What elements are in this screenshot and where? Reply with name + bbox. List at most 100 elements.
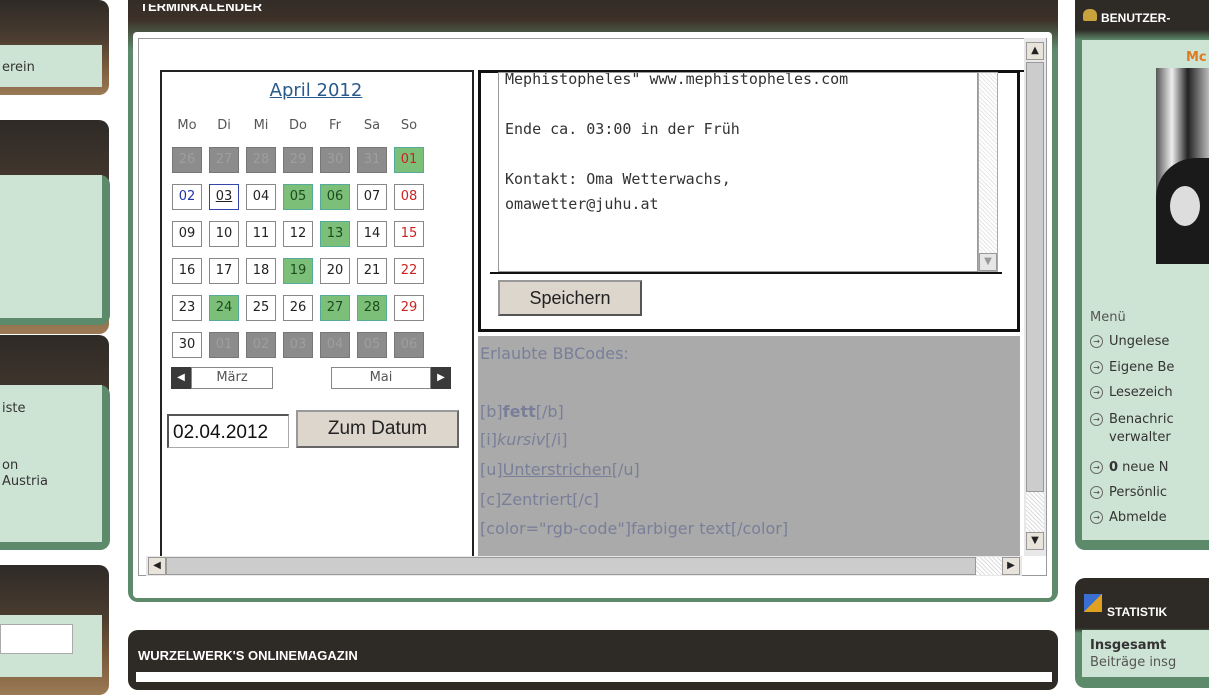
benutzer-menu-item[interactable]: verwalter <box>1109 430 1171 445</box>
calendar-day[interactable]: 26 <box>283 295 313 321</box>
calendar-day[interactable]: 27 <box>209 147 239 173</box>
benutzer-menu-item[interactable]: → Ungelese <box>1090 334 1169 349</box>
user-avatar[interactable] <box>1156 68 1209 264</box>
bbcode-bold: [b]fett[/b] <box>480 402 564 421</box>
statistik-insgesamt: Insgesamt <box>1090 638 1167 653</box>
scroll-right-button[interactable]: ▶ <box>1002 557 1020 575</box>
benutzer-menu-item-label: Eigene Be <box>1109 360 1175 375</box>
textarea-scroll-down-button[interactable]: ▼ <box>979 253 997 271</box>
calendar-day[interactable]: 19 <box>283 258 313 284</box>
benutzer-menu-item[interactable]: → Benachric <box>1090 412 1174 427</box>
weekday-label: So <box>400 118 418 133</box>
event-text-line <box>505 92 977 117</box>
terminkalender-title: TERMINKALENDER <box>140 4 263 14</box>
calendar-day[interactable]: 08 <box>394 184 424 210</box>
event-text-line <box>505 142 977 167</box>
calendar-day[interactable]: 09 <box>172 221 202 247</box>
calendar-day[interactable]: 29 <box>394 295 424 321</box>
arrow-right-icon: → <box>1090 511 1103 524</box>
arrow-right-icon: → <box>1090 335 1103 348</box>
month-title[interactable]: April 2012 <box>260 80 372 101</box>
calendar-day[interactable]: 05 <box>357 332 387 358</box>
scroll-down-button[interactable]: ▼ <box>1026 532 1044 550</box>
event-divider <box>490 272 1002 274</box>
horizontal-scrollbar[interactable]: ◀ ▶ <box>146 556 1022 576</box>
calendar-day[interactable]: 12 <box>283 221 313 247</box>
calendar-day[interactable]: 24 <box>209 295 239 321</box>
next-month-button[interactable]: ▶ <box>431 367 451 389</box>
bbcode-center-sample: Zentriert <box>501 490 573 509</box>
calendar-day[interactable]: 27 <box>320 295 350 321</box>
weekday-label: Mi <box>253 118 269 133</box>
vertical-scrollbar[interactable]: ▲ ▼ <box>1024 38 1046 556</box>
calendar-day[interactable]: 13 <box>320 221 350 247</box>
calendar-day[interactable]: 07 <box>357 184 387 210</box>
calendar-day[interactable]: 01 <box>209 332 239 358</box>
calendar-day[interactable]: 03 <box>283 332 313 358</box>
calendar-day[interactable]: 26 <box>172 147 202 173</box>
horizontal-scroll-track-hatched <box>976 557 1002 575</box>
bbcode-color: [color="rgb-code"]farbiger text[/color] <box>480 519 789 538</box>
prev-month-label[interactable]: März <box>191 367 273 389</box>
left-link-austria[interactable]: Austria <box>2 474 48 489</box>
benutzer-menu-item[interactable]: → Eigene Be <box>1090 360 1174 375</box>
calendar-day[interactable]: 29 <box>283 147 313 173</box>
benutzer-menu-item-label: 0 <box>1109 460 1119 475</box>
statistik-chart-icon <box>1084 594 1102 612</box>
calendar-day[interactable]: 18 <box>246 258 276 284</box>
calendar-day[interactable]: 04 <box>246 184 276 210</box>
calendar-day[interactable]: 30 <box>172 332 202 358</box>
user-name[interactable]: Mc <box>1186 50 1207 65</box>
calendar-day[interactable]: 02 <box>246 332 276 358</box>
benutzer-menu-item[interactable]: → Persönlic <box>1090 485 1167 500</box>
event-textarea[interactable]: Mephistopheles" www.mephistopheles.com En… <box>498 72 978 272</box>
calendar-day[interactable]: 04 <box>320 332 350 358</box>
calendar-day[interactable]: 17 <box>209 258 239 284</box>
calendar-day[interactable]: 06 <box>394 332 424 358</box>
calendar-day[interactable]: 31 <box>357 147 387 173</box>
benutzer-menu-item[interactable]: → Abmelde <box>1090 510 1167 525</box>
calendar-day[interactable]: 20 <box>320 258 350 284</box>
benutzer-menu-item-label: Persönlic <box>1109 485 1168 500</box>
calendar-day[interactable]: 01 <box>394 147 424 173</box>
bbcode-bold-open: [b] <box>480 402 503 421</box>
bbcodes-help: Erlaubte BBCodes: [b]fett[/b] [i]kursiv[… <box>478 336 1020 556</box>
prev-month-button[interactable]: ◀ <box>171 367 191 389</box>
horizontal-scroll-thumb[interactable] <box>166 557 976 575</box>
event-textarea-scrollbar[interactable]: ▼ <box>978 72 998 272</box>
date-input[interactable]: 02.04.2012 <box>167 414 289 448</box>
benutzer-menu-item-label: Benachric <box>1109 412 1174 427</box>
calendar-day[interactable]: 02 <box>172 184 202 210</box>
calendar-day[interactable]: 22 <box>394 258 424 284</box>
calendar-day[interactable]: 16 <box>172 258 202 284</box>
calendar-day[interactable]: 21 <box>357 258 387 284</box>
calendar-day[interactable]: 30 <box>320 147 350 173</box>
bbcode-center-close: [/c] <box>572 490 599 509</box>
calendar-day[interactable]: 25 <box>246 295 276 321</box>
scroll-left-button[interactable]: ◀ <box>148 557 166 575</box>
calendar-day[interactable]: 23 <box>172 295 202 321</box>
statistik-title: STATISTIK <box>1107 605 1168 619</box>
next-month-label[interactable]: Mai <box>331 367 431 389</box>
left-link-on[interactable]: on <box>2 458 18 473</box>
calendar-day[interactable]: 28 <box>357 295 387 321</box>
save-button[interactable]: Speichern <box>498 280 642 316</box>
bbcodes-title: Erlaubte BBCodes: <box>480 344 629 363</box>
left-search-input[interactable] <box>0 624 73 654</box>
calendar-day[interactable]: 28 <box>246 147 276 173</box>
calendar-day[interactable]: 06 <box>320 184 350 210</box>
vertical-scroll-thumb[interactable] <box>1026 62 1044 492</box>
calendar-day[interactable]: 03 <box>209 184 239 210</box>
calendar-day[interactable]: 15 <box>394 221 424 247</box>
scroll-up-button[interactable]: ▲ <box>1026 42 1044 60</box>
left-link-liste[interactable]: iste <box>2 401 25 416</box>
vertical-scroll-track-hatched <box>1026 492 1044 532</box>
goto-date-button[interactable]: Zum Datum <box>296 410 459 448</box>
calendar-day[interactable]: 11 <box>246 221 276 247</box>
calendar-day[interactable]: 14 <box>357 221 387 247</box>
calendar-day[interactable]: 10 <box>209 221 239 247</box>
benutzer-menu-item[interactable]: → 0 neue N <box>1090 460 1169 475</box>
left-link-verein[interactable]: erein <box>2 60 35 75</box>
calendar-day[interactable]: 05 <box>283 184 313 210</box>
benutzer-menu-item[interactable]: → Lesezeich <box>1090 385 1173 400</box>
